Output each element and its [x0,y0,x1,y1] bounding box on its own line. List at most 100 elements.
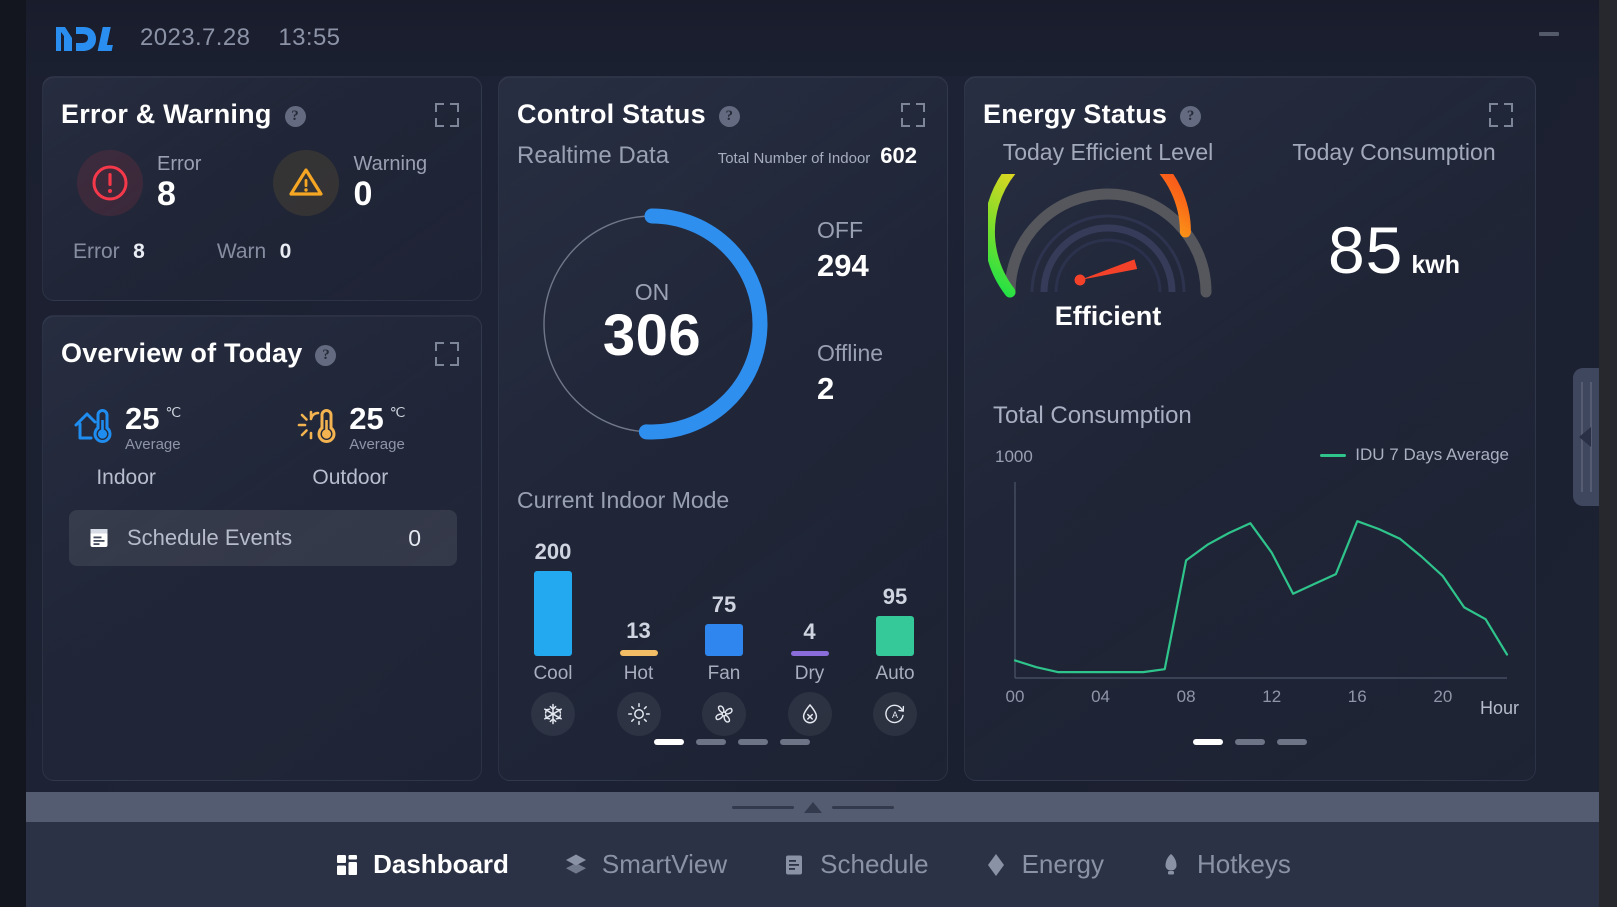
help-icon[interactable]: ? [1180,106,1202,127]
help-icon[interactable]: ? [315,345,337,366]
mode-value: 13 [626,618,651,643]
mode-value: 200 [534,539,572,564]
indoor-mode-bar-chart: 200 Cool 13 Hot 75 Fan 4 Dry 95 Auto [517,525,931,685]
dashboard-icon [334,852,360,878]
app-root: 2023.7.28 13:55 Error & Warning ? Error … [0,0,1617,907]
mode-label: Cool [533,663,573,684]
energy-top-row: Today Efficient Level Efficient Today Co… [965,128,1537,332]
on-off-donut-chart: ON 306 [527,199,777,449]
pagination-dot-2[interactable] [1235,739,1265,745]
off-label: OFF [817,217,863,243]
smartview-icon [563,852,589,878]
mode-column-dry[interactable]: 4 Dry [774,525,846,685]
pagination-dot-4[interactable] [780,739,810,745]
error-label: Error [157,153,202,176]
help-icon[interactable]: ? [718,106,740,127]
nav-item-schedule[interactable]: Schedule [781,849,929,880]
efficiency-gauge [983,128,1228,309]
schedule-events-value: 0 [408,524,421,551]
outdoor-metric: 25 ℃ Average Outdoor [295,403,405,490]
pagination-dot-3[interactable] [738,739,768,745]
handle-dash-left [731,805,794,809]
nav-item-dashboard[interactable]: Dashboard [334,849,509,880]
nav-label: Dashboard [373,849,509,879]
footer-warn-label: Warn [216,240,267,263]
nav-label: Schedule [820,849,929,879]
mode-column-cool[interactable]: 200 Cool [517,525,589,685]
overview-of-today-panel: Overview of Today ? 25 ℃ Average Indoor … [42,315,482,781]
efficiency-status-label: Efficient [1054,301,1162,331]
error-value: 8 [157,175,176,214]
footer-warn: Warn 0 [217,240,292,264]
energy-pagination[interactable] [1193,739,1307,745]
offline-label: Offline [817,340,884,366]
schedule-events-label: Schedule Events [127,525,293,550]
nav-label: Hotkeys [1196,849,1291,879]
snowflake-icon[interactable] [531,692,575,736]
indoor-average-label: Average [125,436,181,453]
auto-a-icon[interactable]: A [873,692,917,736]
efficient-level-label: Today Efficient Level [1002,139,1214,165]
chart-y-max-label: 1000 [995,447,1033,466]
indoor-label: Indoor [96,466,156,489]
nav-item-hotkeys[interactable]: Hotkeys [1158,849,1291,880]
nav-item-smartview[interactable]: SmartView [563,849,727,880]
panel-drag-handle[interactable] [26,792,1599,822]
today-consumption-label: Today Consumption [1292,139,1496,165]
legend-label: IDU 7 Days Average [1355,445,1509,464]
today-consumption-unit: kwh [1411,251,1461,279]
nav-item-energy[interactable]: Energy [983,849,1104,880]
expand-icon[interactable] [435,342,459,366]
warning-metric: Warning 0 [273,150,427,216]
total-consumption-line-chart: 00 04 08 12 16 20 [993,472,1513,712]
bottom-navigation: Dashboard SmartView Schedule Energy Hotkeys [26,822,1599,907]
pagination-dot-1[interactable] [1193,739,1223,745]
mode-value: 4 [803,619,816,644]
offline-value: 2 [817,371,835,406]
mode-column-hot[interactable]: 13 Hot [603,525,675,685]
pagination-dot-2[interactable] [696,739,726,745]
minimize-button[interactable] [1539,32,1559,36]
warning-label: Warning [353,153,428,176]
mode-icon-wrap-hot [603,692,675,736]
pagination-dot-1[interactable] [654,739,684,745]
outdoor-average-label: Average [349,436,405,453]
control-status-panel: Control Status ? Realtime Data Total Num… [498,76,948,781]
expand-icon[interactable] [1489,103,1513,127]
mode-column-auto[interactable]: 95 Auto [859,525,931,685]
chart-legend: IDU 7 Days Average [1320,445,1509,465]
droplet-x-icon[interactable] [787,692,832,736]
efficiency-gauge-block: Today Efficient Level Efficient [965,128,1251,332]
overview-metrics: 25 ℃ Average Indoor 25 ℃ Average Outdoor [71,403,481,490]
mode-label: Auto [875,663,915,684]
today-consumption-value: 85 [1327,213,1404,287]
footer-warn-value: 0 [279,240,292,263]
expand-icon[interactable] [901,103,925,127]
expand-icon[interactable] [435,103,459,127]
fan-icon[interactable] [702,692,746,736]
sun-icon[interactable] [616,692,661,736]
control-pagination[interactable] [654,739,810,745]
offline-stat: Offline 2 [817,340,883,407]
schedule-events-row[interactable]: Schedule Events 0 [69,510,457,566]
mode-column-fan[interactable]: 75 Fan [688,525,760,685]
mode-label: Dry [794,663,825,684]
realtime-data-label: Realtime Data [517,142,670,169]
indoor-temp-unit: ℃ [165,404,182,420]
chevron-up-icon[interactable] [803,801,822,813]
indoor-temp-value: 25 [125,401,160,436]
panel-title: Energy Status [983,99,1168,129]
current-indoor-mode-label: Current Indoor Mode [517,487,730,513]
off-value: 294 [817,248,869,283]
mode-icon-wrap-fan [688,692,760,736]
svg-text:20: 20 [1433,687,1452,706]
help-icon[interactable]: ? [284,106,306,127]
error-metric: Error 8 [77,150,201,216]
total-indoor-label: Total Number of Indoor [717,150,871,167]
pagination-dot-3[interactable] [1277,739,1307,745]
nav-label: Energy [1021,849,1104,879]
indoor-metric: 25 ℃ Average Indoor [71,403,181,490]
total-consumption-title: Total Consumption [993,402,1192,429]
right-panel-toggle[interactable] [1573,368,1599,506]
indoor-mode-icon-row: A [517,692,931,736]
